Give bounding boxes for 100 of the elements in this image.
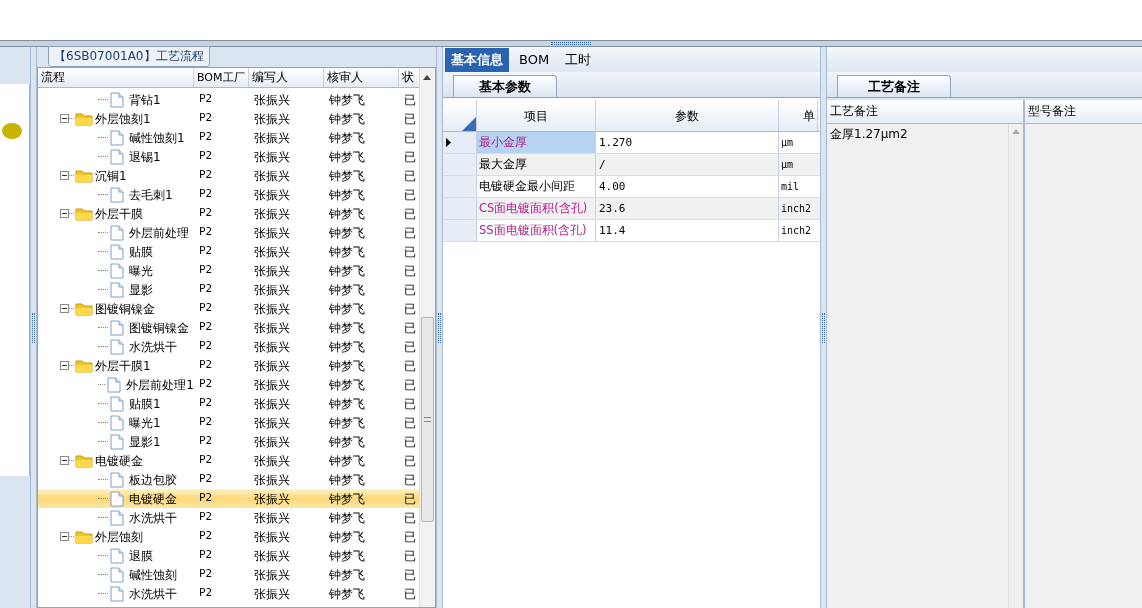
column-header[interactable]: 项目 [477,100,596,131]
collapse-toggle[interactable] [60,532,69,541]
tree-node-label: 显影1 [129,433,161,451]
collapse-toggle[interactable] [60,456,69,465]
column-header[interactable]: 型号备注 [1025,100,1142,123]
tab[interactable]: 基本信息 [445,48,509,72]
table-cell-text: 张振兴 [253,566,291,584]
tree-row[interactable]: 贴膜 P2 张振兴 钟梦飞 已 [38,242,419,261]
tree-row[interactable]: 碱性蚀刻1 P2 张振兴 钟梦飞 已 [38,128,419,147]
table-cell-text: 张振兴 [253,433,291,451]
table-cell-text: P2 [198,376,214,393]
tree-row[interactable]: 外层蚀刻1 P2 张振兴 钟梦飞 已 [38,109,419,128]
table-cell-text: P2 [198,224,214,241]
table-cell-text: 已 [403,395,417,413]
document-icon [110,471,124,488]
table-cell: 23.6 [596,198,779,219]
tree-connector [98,422,108,423]
table-cell-text: 钟梦飞 [328,490,366,508]
tree-row[interactable]: 退膜 P2 张振兴 钟梦飞 已 [38,546,419,565]
table-cell-text: 张振兴 [253,300,291,318]
table-cell-text: 钟梦飞 [328,433,366,451]
collapse-toggle[interactable] [60,361,69,370]
folder-icon [75,111,93,126]
tree-row[interactable]: 曝光1 P2 张振兴 钟梦飞 已 [38,413,419,432]
tree-row[interactable]: 外层干膜 P2 张振兴 钟梦飞 已 [38,204,419,223]
sub-tab[interactable]: 基本参数 [453,75,557,97]
table-cell-text: 已 [403,433,417,451]
folder-icon [75,301,93,316]
splitter-handle[interactable] [551,42,591,45]
table-row[interactable]: 最小金厚 1.270 µm [443,132,820,154]
tree-row[interactable]: 电镀硬金 P2 张振兴 钟梦飞 已 [38,489,419,508]
table-cell-text: P2 [198,471,214,488]
tree-row[interactable]: 曝光 P2 张振兴 钟梦飞 已 [38,261,419,280]
tree-connector [98,441,108,442]
tree-row[interactable]: 板边包胶 P2 张振兴 钟梦飞 已 [38,470,419,489]
tree-row[interactable]: 沉铜1 P2 张振兴 钟梦飞 已 [38,166,419,185]
table-cell-text: 张振兴 [253,414,291,432]
scrollbar-thumb[interactable] [421,317,434,522]
tree-row[interactable]: 图镀铜镍金 P2 张振兴 钟梦飞 已 [38,318,419,337]
document-icon [110,186,124,203]
table-cell-text: µm [780,136,795,150]
tree-row[interactable]: 水洗烘干 P2 张振兴 钟梦飞 已 [38,584,419,603]
table-cell-text: 张振兴 [253,129,291,147]
tree-connector [69,118,74,119]
tree-connector [69,365,74,366]
collapse-toggle[interactable] [60,114,69,123]
tree-row[interactable]: 外层干膜1 P2 张振兴 钟梦飞 已 [38,356,419,375]
tree-row[interactable]: 水洗烘干 P2 张振兴 钟梦飞 已 [38,337,419,356]
tree-row[interactable]: 去毛刺1 P2 张振兴 钟梦飞 已 [38,185,419,204]
tree-connector [98,194,108,195]
table-row[interactable]: SS面电镀面积(含孔) 11.4 inch2 [443,220,820,242]
table-cell-text: 钟梦飞 [328,452,366,470]
collapse-toggle[interactable] [60,304,69,313]
collapse-toggle[interactable] [60,171,69,180]
table-row[interactable]: 最大金厚 / µm [443,154,820,176]
tree-row[interactable]: 水洗烘干 P2 张振兴 钟梦飞 已 [38,508,419,527]
column-header[interactable]: 参数 [596,100,779,131]
table-cell: 电镀硬金最小间距 [477,176,596,197]
tree-row[interactable]: 外层前处理1 P2 张振兴 钟梦飞 已 [38,375,419,394]
table-row[interactable]: CS面电镀面积(含孔) 23.6 inch2 [443,198,820,220]
tree-connector [98,479,108,480]
tree-row[interactable]: 电镀硬金 P2 张振兴 钟梦飞 已 [38,451,419,470]
tree-row[interactable]: 贴膜1 P2 张振兴 钟梦飞 已 [38,394,419,413]
table-cell-text: 钟梦飞 [328,224,366,242]
table-cell-text: P2 [198,566,214,583]
tree-row[interactable]: 背钻1 P2 张振兴 钟梦飞 已 [38,90,419,109]
sub-tab[interactable]: 工艺备注 [837,75,951,97]
tree-row[interactable]: 碱性蚀刻 P2 张振兴 钟梦飞 已 [38,565,419,584]
table-cell-text: P2 [198,281,214,298]
table-cell-text: 已 [403,490,417,508]
splitter-handle[interactable] [822,312,825,343]
column-header[interactable]: 流程 [38,68,194,87]
tab[interactable]: BOM [513,48,556,72]
tree-row[interactable]: 显影 P2 张振兴 钟梦飞 已 [38,280,419,299]
tree-row[interactable]: 图镀铜镍金 P2 张振兴 钟梦飞 已 [38,299,419,318]
tree-row[interactable]: 外层蚀刻 P2 张振兴 钟梦飞 已 [38,527,419,546]
table-row[interactable]: 电镀硬金最小间距 4.00 mil [443,176,820,198]
document-icon [107,376,122,393]
tree-row[interactable]: 显影1 P2 张振兴 钟梦飞 已 [38,432,419,451]
tab[interactable]: 工时 [559,48,598,72]
scrollbar[interactable] [419,68,435,607]
tree-connector [98,593,108,594]
splitter-handle[interactable] [438,312,441,343]
column-header[interactable]: 单 [779,100,818,131]
collapse-toggle[interactable] [60,209,69,218]
document-icon [110,338,124,355]
column-header[interactable]: BOM工厂 [194,68,249,87]
table-cell: 1.270 [596,132,779,153]
tree-row[interactable]: 外层前处理 P2 张振兴 钟梦飞 已 [38,223,419,242]
splitter-handle[interactable] [32,312,35,343]
column-header[interactable]: 核审人 [324,68,399,87]
corner-triangle-icon [462,117,476,131]
document-icon [110,243,124,260]
tree-row[interactable]: 退锡1 P2 张振兴 钟梦飞 已 [38,147,419,166]
folder-icon [75,206,93,221]
tree-connector [98,403,108,404]
table-cell-text: 已 [403,357,417,375]
tree-connector [98,270,108,271]
column-header[interactable]: 编写人 [249,68,324,87]
tree-node-label: 背钻1 [129,91,161,109]
